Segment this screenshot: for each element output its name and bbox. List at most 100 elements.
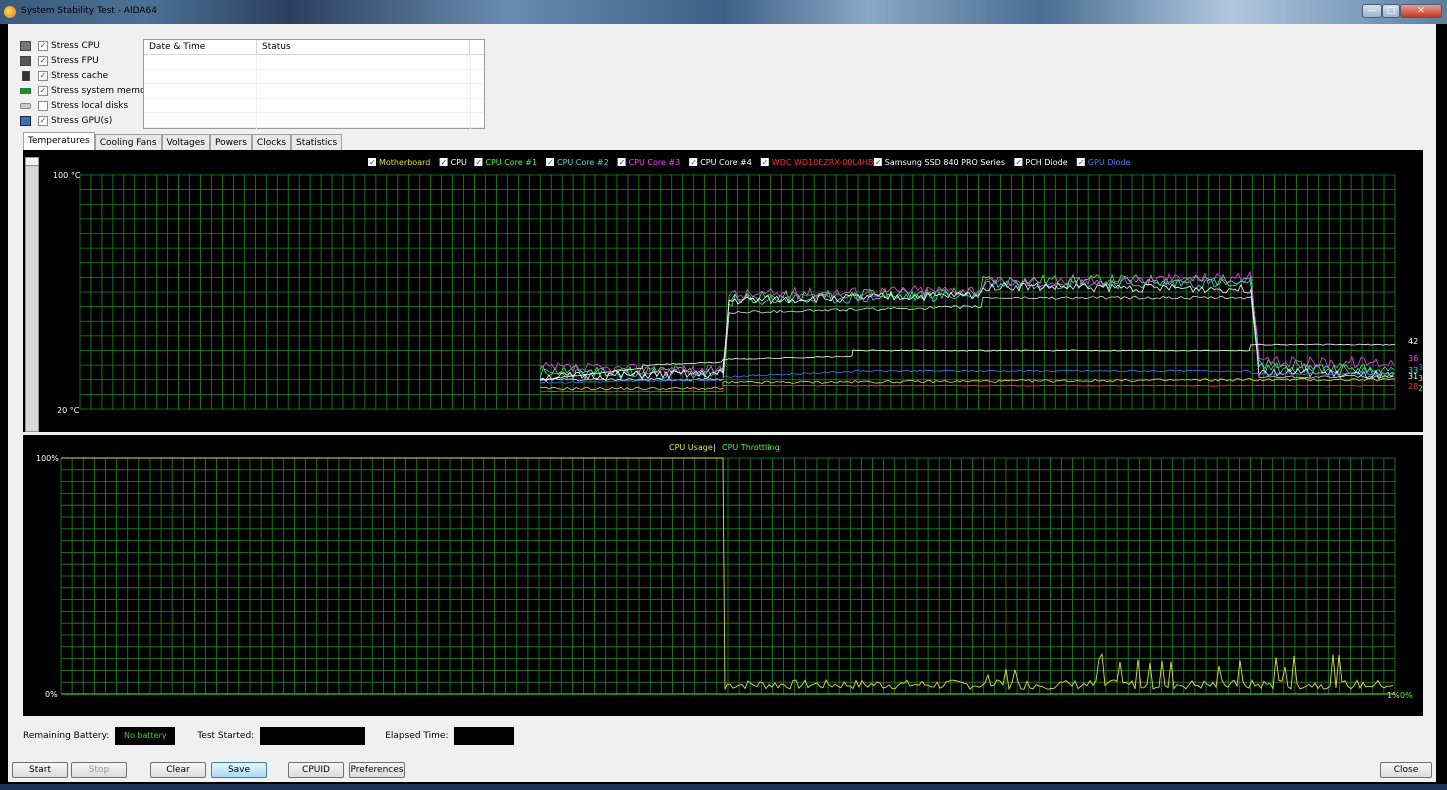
- preferences-button[interactable]: Preferences: [349, 762, 405, 778]
- legend-item: WDC WD10EZRX-00L4HB0: [772, 158, 879, 167]
- legend-item: CPU: [451, 158, 467, 167]
- table-row: [144, 99, 484, 113]
- stress-disks-option[interactable]: Stress local disks: [20, 98, 155, 113]
- log-table[interactable]: Date & Time Status: [143, 39, 485, 129]
- clear-button[interactable]: Clear: [150, 762, 206, 778]
- end-value-label: 36: [1408, 354, 1418, 363]
- table-row: [144, 70, 484, 84]
- legend-item: Samsung SSD 840 PRO Series: [885, 158, 1005, 167]
- cache-icon: [22, 70, 30, 81]
- status-row: Remaining Battery: No battery Test Start…: [23, 726, 515, 746]
- battery-value: No battery: [115, 727, 176, 745]
- graph-scroll-bar[interactable]: [25, 157, 39, 432]
- battery-label: Remaining Battery:: [23, 731, 110, 741]
- tab-statistics[interactable]: Statistics: [291, 134, 343, 151]
- check-icon: ✓: [369, 158, 376, 167]
- stress-memory-checkbox[interactable]: ✓: [38, 85, 48, 96]
- check-icon: ✓: [547, 158, 554, 167]
- dialog-client-area: ✓ Stress CPU ✓ Stress FPU ✓ Stress cache…: [8, 24, 1436, 782]
- scroll-thumb[interactable]: [26, 158, 38, 166]
- stress-memory-label: Stress system memory: [51, 85, 155, 96]
- taskbar: [0, 784, 1447, 790]
- legend-item: CPU Core #2: [557, 158, 609, 167]
- elapsed-time-value: [454, 727, 515, 745]
- legend-cpu-throttling: CPU Throttling: [722, 443, 780, 452]
- cpuid-button[interactable]: CPUID: [288, 762, 344, 778]
- graph-tabs: Temperatures Cooling Fans Voltages Power…: [23, 132, 343, 151]
- stress-cpu-option[interactable]: ✓ Stress CPU: [20, 38, 155, 53]
- end-value-label: 31: [1408, 372, 1418, 381]
- check-icon: ✓: [475, 158, 482, 167]
- stress-disks-checkbox[interactable]: [38, 100, 48, 111]
- end-value-label: 30: [1418, 374, 1423, 383]
- legend-cpu-usage: CPU Usage: [669, 443, 713, 452]
- stress-cache-option[interactable]: ✓ Stress cache: [20, 68, 155, 83]
- temp-max-label: 100 °C: [53, 171, 81, 180]
- memory-icon: [20, 87, 31, 94]
- column-status[interactable]: Status: [257, 40, 470, 54]
- temperature-chart: ✓ Motherboard ✓ CPU ✓ CPU Core #1 ✓ CPU Core #2…: [53, 158, 1428, 415]
- end-value-label: 27: [1418, 384, 1423, 393]
- minimize-button[interactable]: —: [1362, 4, 1382, 18]
- stress-gpu-option[interactable]: ✓ Stress GPU(s): [20, 113, 155, 128]
- stress-cpu-checkbox[interactable]: ✓: [38, 40, 48, 51]
- table-row: [144, 84, 484, 99]
- usage-max-label: 100%: [36, 454, 59, 463]
- legend-item: CPU Core #4: [700, 158, 752, 167]
- series-line: [539, 295, 1395, 382]
- column-divider: [256, 55, 257, 129]
- tab-temperatures[interactable]: Temperatures: [23, 132, 95, 151]
- temp-min-label: 20 °C: [57, 406, 80, 415]
- maximize-button[interactable]: □: [1382, 4, 1400, 18]
- title-bar[interactable]: System Stability Test - AIDA64 — □ ✕: [0, 0, 1447, 24]
- check-icon: ✓: [619, 158, 626, 167]
- end-value-label: 32: [1418, 363, 1423, 372]
- start-button[interactable]: Start: [12, 762, 68, 778]
- tab-clocks[interactable]: Clocks: [251, 134, 292, 151]
- check-icon: ✓: [762, 158, 769, 167]
- check-icon: ✓: [1078, 158, 1085, 167]
- end-value-label: 42: [1408, 337, 1418, 346]
- stress-fpu-option[interactable]: ✓ Stress FPU: [20, 53, 155, 68]
- fpu-icon: [20, 55, 31, 66]
- legend-item: PCH Diode: [1025, 158, 1067, 167]
- stress-memory-option[interactable]: ✓ Stress system memory: [20, 83, 155, 98]
- close-window-button[interactable]: ✕: [1400, 4, 1442, 18]
- test-started-value: [260, 727, 366, 745]
- test-started-label: Test Started:: [197, 731, 255, 741]
- legend-separator: |: [713, 443, 716, 452]
- stress-cpu-label: Stress CPU: [51, 40, 100, 51]
- window-title: System Stability Test - AIDA64: [21, 6, 157, 16]
- aida64-flame-icon: [4, 6, 16, 18]
- temperature-graph: ✓ Motherboard ✓ CPU ✓ CPU Core #1 ✓ CPU Core #2…: [23, 150, 1428, 432]
- tab-voltages[interactable]: Voltages: [161, 134, 210, 151]
- elapsed-time-label: Elapsed Time:: [385, 731, 449, 741]
- check-icon: ✓: [875, 158, 882, 167]
- close-button[interactable]: Close: [1380, 762, 1432, 778]
- series-line: [539, 273, 1395, 378]
- legend-item: CPU Core #3: [629, 158, 681, 167]
- throttle-end-value: 0%: [1400, 691, 1413, 700]
- legend-item: GPU Diode: [1088, 158, 1131, 167]
- stress-disks-label: Stress local disks: [51, 100, 129, 111]
- cpu-usage-chart: CPU Usage | CPU Throttling 100% 0% 1% 0%: [36, 443, 1413, 700]
- tab-cooling-fans[interactable]: Cooling Fans: [94, 134, 162, 151]
- stress-fpu-label: Stress FPU: [51, 55, 99, 66]
- table-row: [144, 113, 484, 128]
- stress-gpu-label: Stress GPU(s): [51, 115, 113, 126]
- column-divider: [470, 55, 471, 129]
- legend-item: CPU Core #1: [485, 158, 537, 167]
- cpu-usage-graph: CPU Usage | CPU Throttling 100% 0% 1% 0%: [23, 435, 1423, 716]
- cpu-icon: [20, 40, 31, 51]
- stress-cache-checkbox[interactable]: ✓: [38, 70, 48, 81]
- stress-gpu-checkbox[interactable]: ✓: [38, 115, 48, 126]
- legend-item: Motherboard: [379, 158, 430, 167]
- end-value-label: 28: [1408, 382, 1418, 391]
- column-date-time[interactable]: Date & Time: [144, 40, 257, 54]
- tab-powers[interactable]: Powers: [210, 134, 252, 151]
- stop-button[interactable]: Stop: [71, 762, 127, 778]
- gpu-icon: [20, 115, 31, 126]
- stress-fpu-checkbox[interactable]: ✓: [38, 55, 48, 66]
- check-icon: ✓: [1015, 158, 1022, 167]
- save-button[interactable]: Save: [211, 762, 267, 778]
